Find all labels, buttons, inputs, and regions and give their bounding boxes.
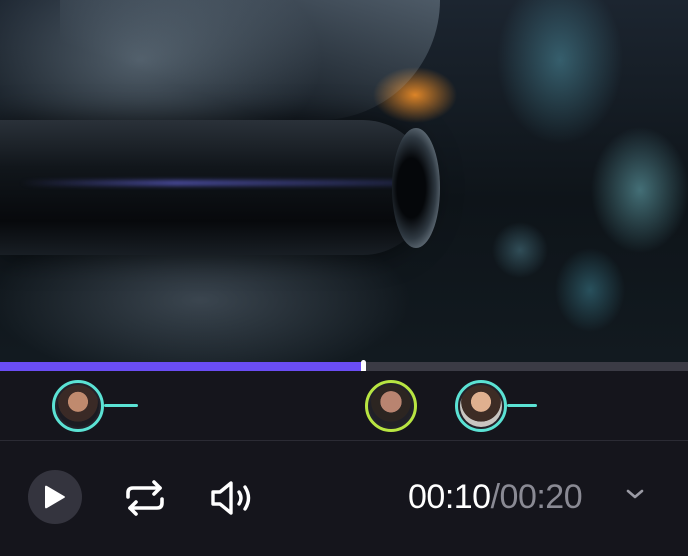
time-display: 00:10/00:20 (408, 477, 583, 517)
video-barrel-rim (392, 128, 440, 248)
video-barrel (0, 120, 430, 255)
avatar[interactable] (455, 380, 507, 432)
repeat-icon (126, 480, 164, 516)
volume-icon (211, 481, 251, 515)
video-barrel-glow (20, 180, 410, 186)
play-button[interactable] (28, 470, 82, 524)
play-icon (45, 485, 65, 509)
loop-button[interactable] (122, 478, 168, 518)
comment-range-line (104, 404, 138, 407)
avatar[interactable] (52, 380, 104, 432)
chevron-down-icon (626, 489, 644, 499)
comment-markers-track (0, 371, 688, 441)
total-time: 00:20 (499, 478, 583, 516)
progress-bar[interactable] (0, 360, 688, 373)
current-time: 00:10 (408, 478, 491, 516)
video-smoke (60, 0, 440, 120)
avatar[interactable] (365, 380, 417, 432)
video-frame[interactable] (0, 0, 688, 362)
time-format-dropdown[interactable] (624, 487, 646, 506)
comment-range-line (507, 404, 537, 407)
progress-fill (0, 362, 363, 371)
volume-button[interactable] (208, 477, 258, 519)
time-separator: / (490, 478, 500, 516)
player-controls: 00:10/00:20 (0, 441, 688, 556)
